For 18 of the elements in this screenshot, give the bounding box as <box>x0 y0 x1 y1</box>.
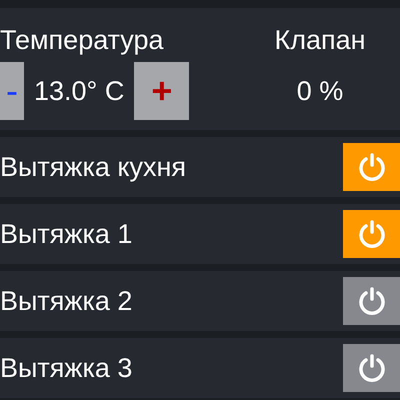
power-icon <box>357 219 387 249</box>
valve-value: 0 % <box>296 76 344 106</box>
power-button[interactable] <box>343 143 400 191</box>
fan-label: Вытяжка 3 <box>0 352 132 384</box>
power-button[interactable] <box>343 344 400 392</box>
valve-label: Клапан <box>273 25 367 57</box>
power-icon <box>357 353 387 383</box>
increase-button[interactable]: + <box>134 62 190 120</box>
fan-label: Вытяжка 1 <box>0 218 132 250</box>
temperature-label: Температура <box>0 25 165 57</box>
temperature-value: 13.0° C <box>34 76 124 106</box>
power-icon <box>357 152 387 182</box>
fan-label: Вытяжка 2 <box>0 286 132 316</box>
fan-label: Вытяжка кухня <box>0 152 186 182</box>
decrease-button[interactable]: - <box>0 62 24 120</box>
power-icon <box>357 286 387 316</box>
power-button[interactable] <box>343 277 400 325</box>
power-button[interactable] <box>343 210 400 258</box>
